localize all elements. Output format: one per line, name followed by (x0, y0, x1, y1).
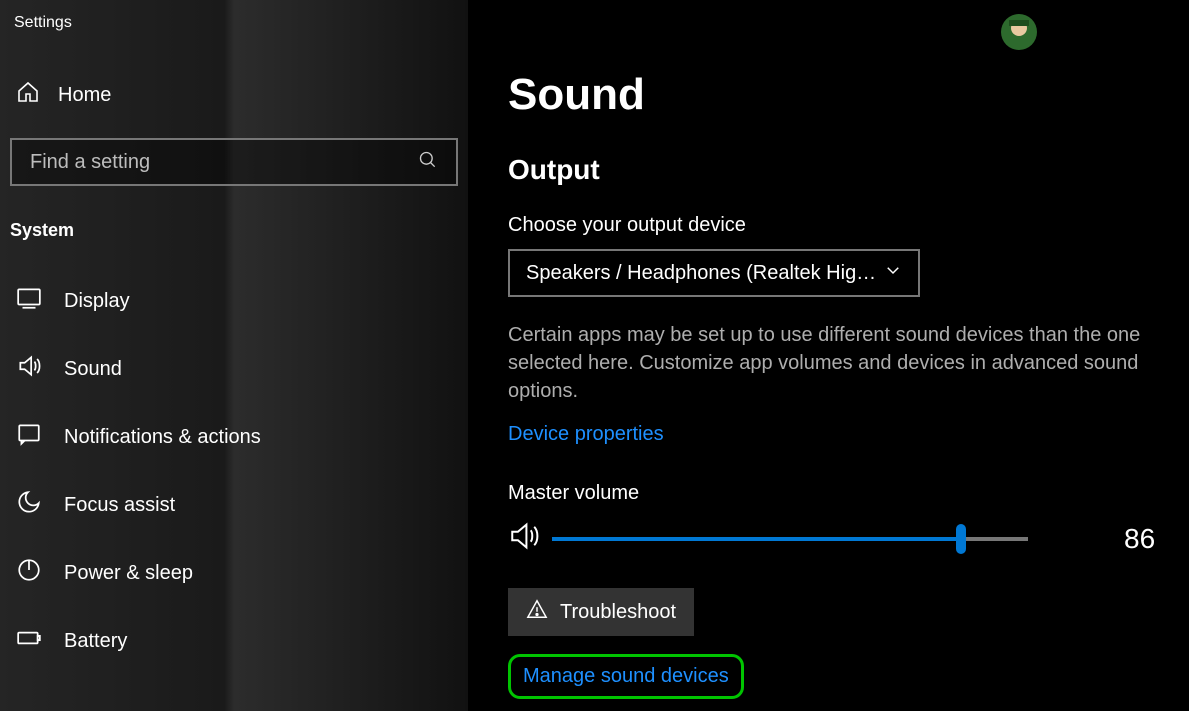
home-label: Home (58, 84, 111, 107)
sidebar-item-sound[interactable]: Sound (10, 335, 458, 403)
master-volume-value: 86 (1124, 523, 1155, 555)
output-device-selected: Speakers / Headphones (Realtek Hig… (526, 262, 876, 285)
sound-icon (16, 353, 42, 385)
chevron-down-icon (884, 261, 902, 285)
search-icon (418, 150, 438, 175)
master-volume-slider[interactable] (552, 527, 1028, 551)
master-volume-row: 86 (508, 519, 1189, 558)
app-title: Settings (10, 10, 458, 42)
search-input-wrapper[interactable] (10, 138, 458, 186)
display-icon (16, 285, 42, 317)
section-header-system: System (10, 220, 458, 267)
sidebar-item-display[interactable]: Display (10, 267, 458, 335)
home-button[interactable]: Home (10, 42, 458, 138)
sidebar-item-label: Notifications & actions (64, 426, 261, 449)
sidebar-item-notifications[interactable]: Notifications & actions (10, 403, 458, 471)
settings-sidebar: Settings Home System Display (0, 0, 468, 711)
master-volume-label: Master volume (508, 482, 1189, 505)
sidebar-item-battery[interactable]: Battery (10, 607, 458, 675)
manage-sound-devices-link[interactable]: Manage sound devices (523, 665, 729, 688)
power-icon (16, 557, 42, 589)
sidebar-item-power-sleep[interactable]: Power & sleep (10, 539, 458, 607)
sidebar-item-label: Sound (64, 358, 122, 381)
troubleshoot-button[interactable]: Troubleshoot (508, 588, 694, 636)
warning-icon (526, 598, 548, 626)
notifications-icon (16, 421, 42, 453)
sidebar-item-label: Power & sleep (64, 562, 193, 585)
sidebar-item-label: Display (64, 290, 130, 313)
page-title: Sound (508, 70, 1189, 120)
sidebar-item-label: Focus assist (64, 494, 175, 517)
choose-output-label: Choose your output device (508, 214, 1189, 237)
output-description: Certain apps may be set up to use differ… (508, 321, 1168, 405)
slider-thumb[interactable] (956, 524, 966, 554)
device-properties-link[interactable]: Device properties (508, 423, 664, 446)
home-icon (16, 80, 40, 110)
sidebar-item-label: Battery (64, 630, 127, 653)
search-input[interactable] (30, 151, 390, 174)
slider-fill (552, 537, 961, 541)
speaker-icon[interactable] (508, 519, 542, 558)
troubleshoot-label: Troubleshoot (560, 601, 676, 624)
focus-assist-icon (16, 489, 42, 521)
main-panel: Sound Output Choose your output device S… (468, 0, 1189, 711)
battery-icon (16, 625, 42, 657)
manage-sound-devices-highlight: Manage sound devices (508, 654, 744, 699)
avatar (999, 12, 1039, 52)
output-device-dropdown[interactable]: Speakers / Headphones (Realtek Hig… (508, 249, 920, 297)
sidebar-item-focus-assist[interactable]: Focus assist (10, 471, 458, 539)
output-heading: Output (508, 154, 1189, 186)
